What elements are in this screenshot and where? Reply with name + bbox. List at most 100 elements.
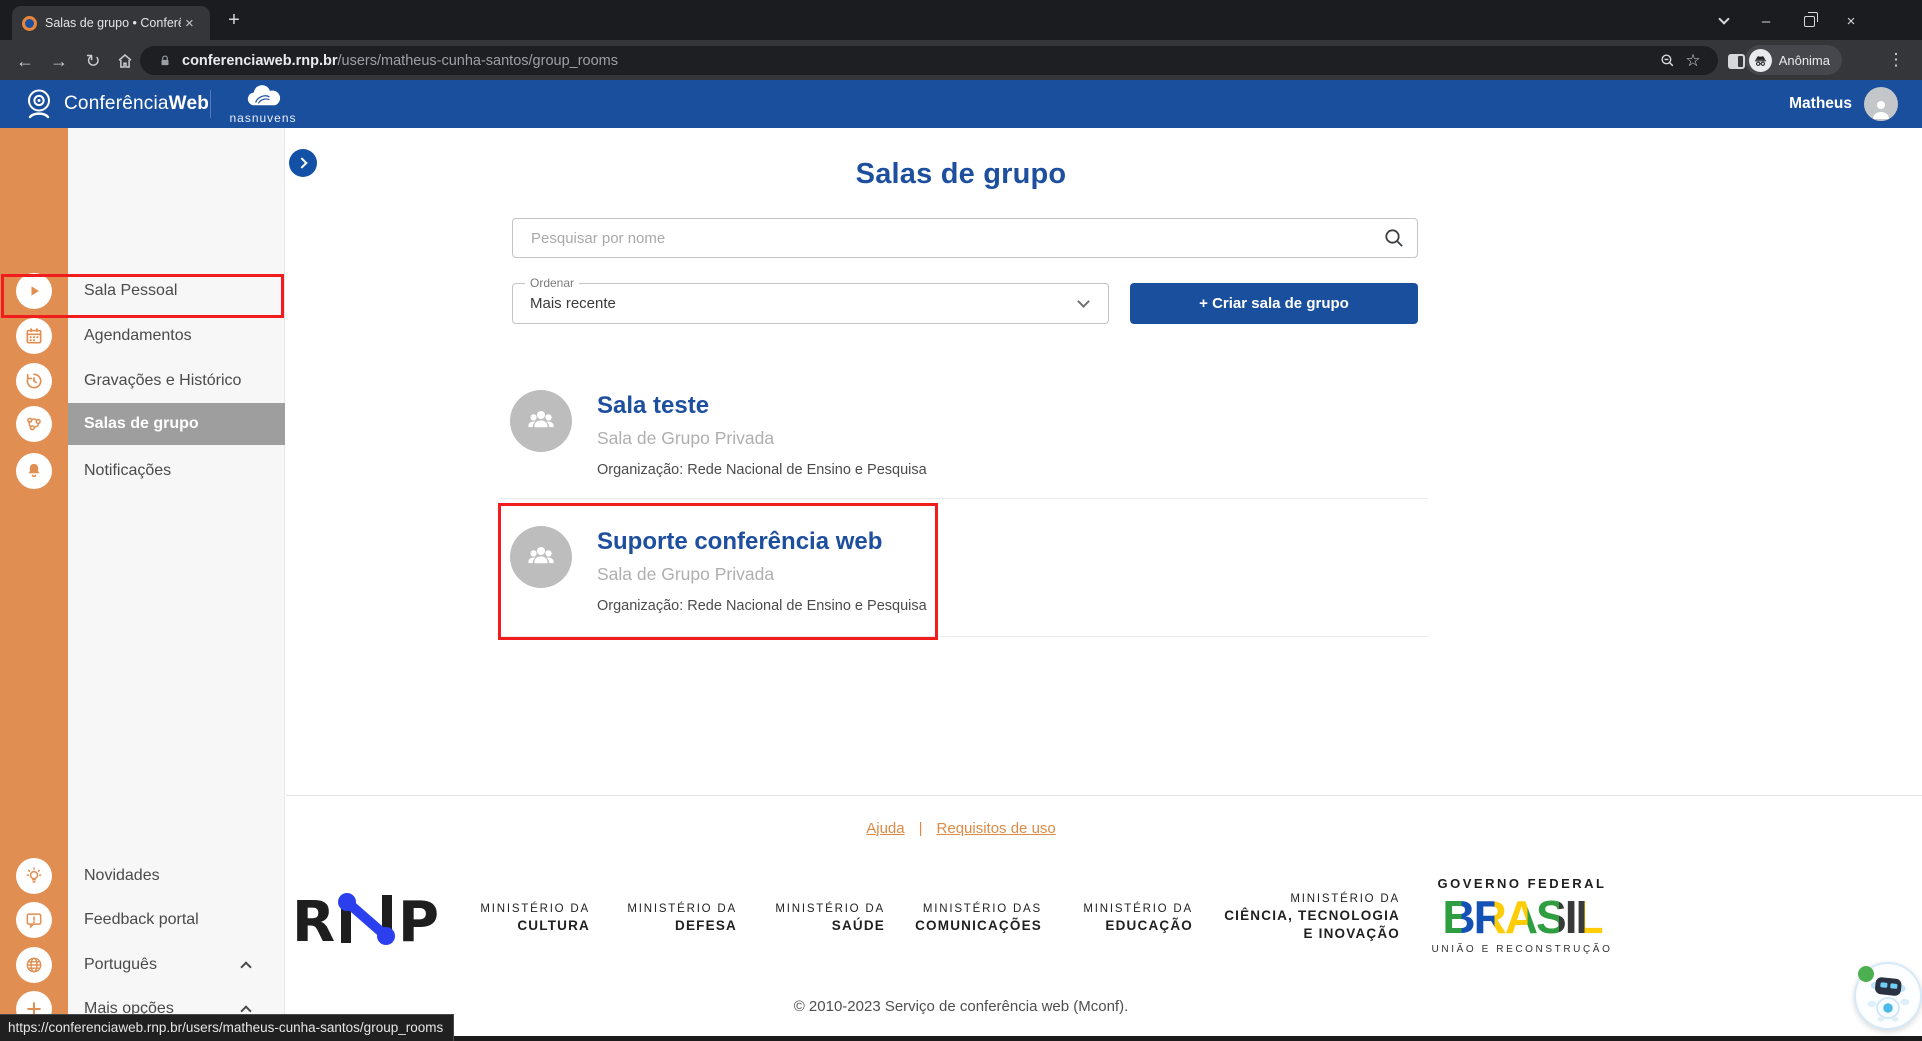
new-tab-button[interactable]: + <box>222 8 246 32</box>
tab-search-icon[interactable] <box>1709 10 1739 32</box>
brand-logo[interactable]: ConferênciaWeb <box>22 87 209 121</box>
search-input[interactable] <box>513 230 1371 247</box>
sidebar-item-agendamentos[interactable]: Agendamentos <box>0 315 285 357</box>
sidebar-item-label: Sala Pessoal <box>84 282 177 300</box>
url-path: /users/matheus-cunha-santos/group_rooms <box>338 53 618 69</box>
forward-button[interactable]: → <box>46 48 72 74</box>
sidebar-item-label: Gravações e Histórico <box>84 372 241 390</box>
sort-select[interactable]: Ordenar Mais recente <box>512 283 1109 324</box>
zoom-indicator-button[interactable] <box>1654 48 1680 74</box>
incognito-profile-chip[interactable]: Anônima <box>1745 45 1842 75</box>
governo-federal-logo: GOVERNO FEDERAL BRASIL UNIÃO E RECONSTRU… <box>1430 876 1614 955</box>
ministry-saude-logo: MINISTÉRIO DASAÚDE <box>775 903 885 934</box>
brand-name: ConferênciaWeb <box>64 93 209 115</box>
link-separator: | <box>919 820 923 837</box>
header-divider <box>210 90 211 118</box>
bookmark-star-button[interactable]: ☆ <box>1680 48 1706 74</box>
governo-federal-label: GOVERNO FEDERAL <box>1430 876 1614 891</box>
person-icon <box>1869 97 1893 121</box>
reload-button[interactable]: ↻ <box>80 48 106 74</box>
rnp-letter-r: R <box>292 890 335 950</box>
chevron-down-icon <box>1077 295 1090 308</box>
sidebar-item-label: Salas de grupo <box>84 415 199 433</box>
sort-value: Mais recente <box>530 295 616 312</box>
rnp-logo: R P <box>292 890 442 955</box>
app-header: ConferênciaWeb nasnuvens Matheus <box>0 80 1922 128</box>
ministry-ciencia-logo: MINISTÉRIO DACIÊNCIA, TECNOLOGIAE INOVAÇ… <box>1224 893 1400 942</box>
user-avatar[interactable] <box>1864 87 1898 121</box>
chevron-up-icon <box>240 961 251 972</box>
side-panel-icon <box>1728 54 1745 69</box>
browser-menu-button[interactable]: ⋮ <box>1884 48 1908 72</box>
calendar-icon <box>16 318 52 354</box>
restore-icon <box>1804 16 1815 27</box>
sidebar-item-salas-de-grupo[interactable]: Salas de grupo <box>0 403 285 445</box>
browser-tab[interactable]: Salas de grupo • ConferênciaWeb × <box>12 6 210 40</box>
search-icon <box>1382 226 1406 250</box>
uniao-reconstrucao-label: UNIÃO E RECONSTRUÇÃO <box>1430 944 1614 955</box>
requirements-link[interactable]: Requisitos de uso <box>937 820 1056 837</box>
create-group-room-button[interactable]: + Criar sala de grupo <box>1130 283 1418 324</box>
sidebar-item-label: Novidades <box>84 867 160 885</box>
sidebar-item-feedback-portal[interactable]: Feedback portal <box>0 899 285 941</box>
tab-close-icon[interactable]: × <box>185 15 194 32</box>
room-divider <box>499 636 1428 637</box>
url-text[interactable]: conferenciaweb.rnp.br/users/matheus-cunh… <box>182 53 1654 69</box>
chevron-down-icon <box>1718 13 1729 24</box>
room-type: Sala de Grupo Privada <box>597 564 774 585</box>
globe-icon <box>16 947 52 983</box>
ministry-defesa-logo: MINISTÉRIO DADEFESA <box>627 903 737 934</box>
tab-favicon-icon <box>22 16 37 31</box>
sidebar-item-label: Notificações <box>84 462 171 480</box>
user-menu[interactable]: Matheus <box>1789 87 1898 121</box>
chevron-right-icon <box>296 157 307 168</box>
feedback-icon <box>16 902 52 938</box>
room-divider <box>499 498 1428 499</box>
room-name-link[interactable]: Sala teste <box>597 392 709 420</box>
status-bar-url: https://conferenciaweb.rnp.br/users/math… <box>0 1014 454 1041</box>
window-minimize-button[interactable]: – <box>1751 10 1781 32</box>
tab-title: Salas de grupo • ConferênciaWeb <box>45 16 181 30</box>
room-name-link[interactable]: Suporte conferência web <box>597 528 882 556</box>
search-button[interactable] <box>1371 219 1417 257</box>
copyright-text: © 2010-2023 Serviço de conferência web (… <box>285 998 1637 1015</box>
room-organization: Organização: Rede Nacional de Ensino e P… <box>597 462 927 478</box>
group-avatar-icon <box>523 403 559 439</box>
user-name: Matheus <box>1789 95 1852 113</box>
sidebar-item-sala-pessoal[interactable]: Sala Pessoal <box>0 270 285 312</box>
nasnuvens-logo[interactable]: nasnuvens <box>228 84 298 125</box>
incognito-label: Anônima <box>1779 53 1830 68</box>
play-icon <box>16 273 52 309</box>
search-box <box>512 218 1418 258</box>
sidebar-item-gravacoes-historico[interactable]: Gravações e Histórico <box>0 360 285 402</box>
sidebar-item-label: Português <box>84 956 157 974</box>
sidebar-item-novidades[interactable]: Novidades <box>0 855 285 897</box>
group-rooms-icon <box>16 406 52 442</box>
zoom-out-icon <box>1659 52 1676 69</box>
url-domain: conferenciaweb.rnp.br <box>182 53 338 69</box>
brasil-logo: BRASIL <box>1430 891 1614 943</box>
sidebar-item-portugues[interactable]: Português <box>0 944 285 986</box>
help-link[interactable]: Ajuda <box>866 820 904 837</box>
rnp-letter-p: P <box>398 890 439 950</box>
room-organization: Organização: Rede Nacional de Ensino e P… <box>597 598 927 614</box>
chatbot-online-badge <box>1858 966 1874 982</box>
back-button[interactable]: ← <box>12 48 38 74</box>
footer-links: Ajuda | Requisitos de uso <box>285 820 1637 837</box>
ministry-educacao-logo: MINISTÉRIO DAEDUCAÇÃO <box>1083 903 1193 934</box>
room-avatar[interactable] <box>510 390 572 452</box>
address-bar[interactable]: conferenciaweb.rnp.br/users/matheus-cunh… <box>140 46 1718 75</box>
browser-toolbar: ← → ↻ conferenciaweb.rnp.br/users/matheu… <box>0 40 1922 80</box>
room-type: Sala de Grupo Privada <box>597 428 774 449</box>
sidebar-item-notificacoes[interactable]: Notificações <box>0 450 285 492</box>
home-icon <box>116 52 134 70</box>
nasnuvens-label: nasnuvens <box>228 111 298 125</box>
browser-tab-bar: Salas de grupo • ConferênciaWeb × + – × <box>0 0 1922 40</box>
window-restore-button[interactable] <box>1794 10 1824 32</box>
sidebar-expand-button[interactable] <box>289 149 317 177</box>
ministry-comunicacoes-logo: MINISTÉRIO DASCOMUNICAÇÕES <box>915 903 1042 934</box>
room-avatar[interactable] <box>510 526 572 588</box>
home-button[interactable] <box>112 48 138 74</box>
incognito-icon <box>1752 52 1769 69</box>
window-close-button[interactable]: × <box>1836 10 1866 32</box>
